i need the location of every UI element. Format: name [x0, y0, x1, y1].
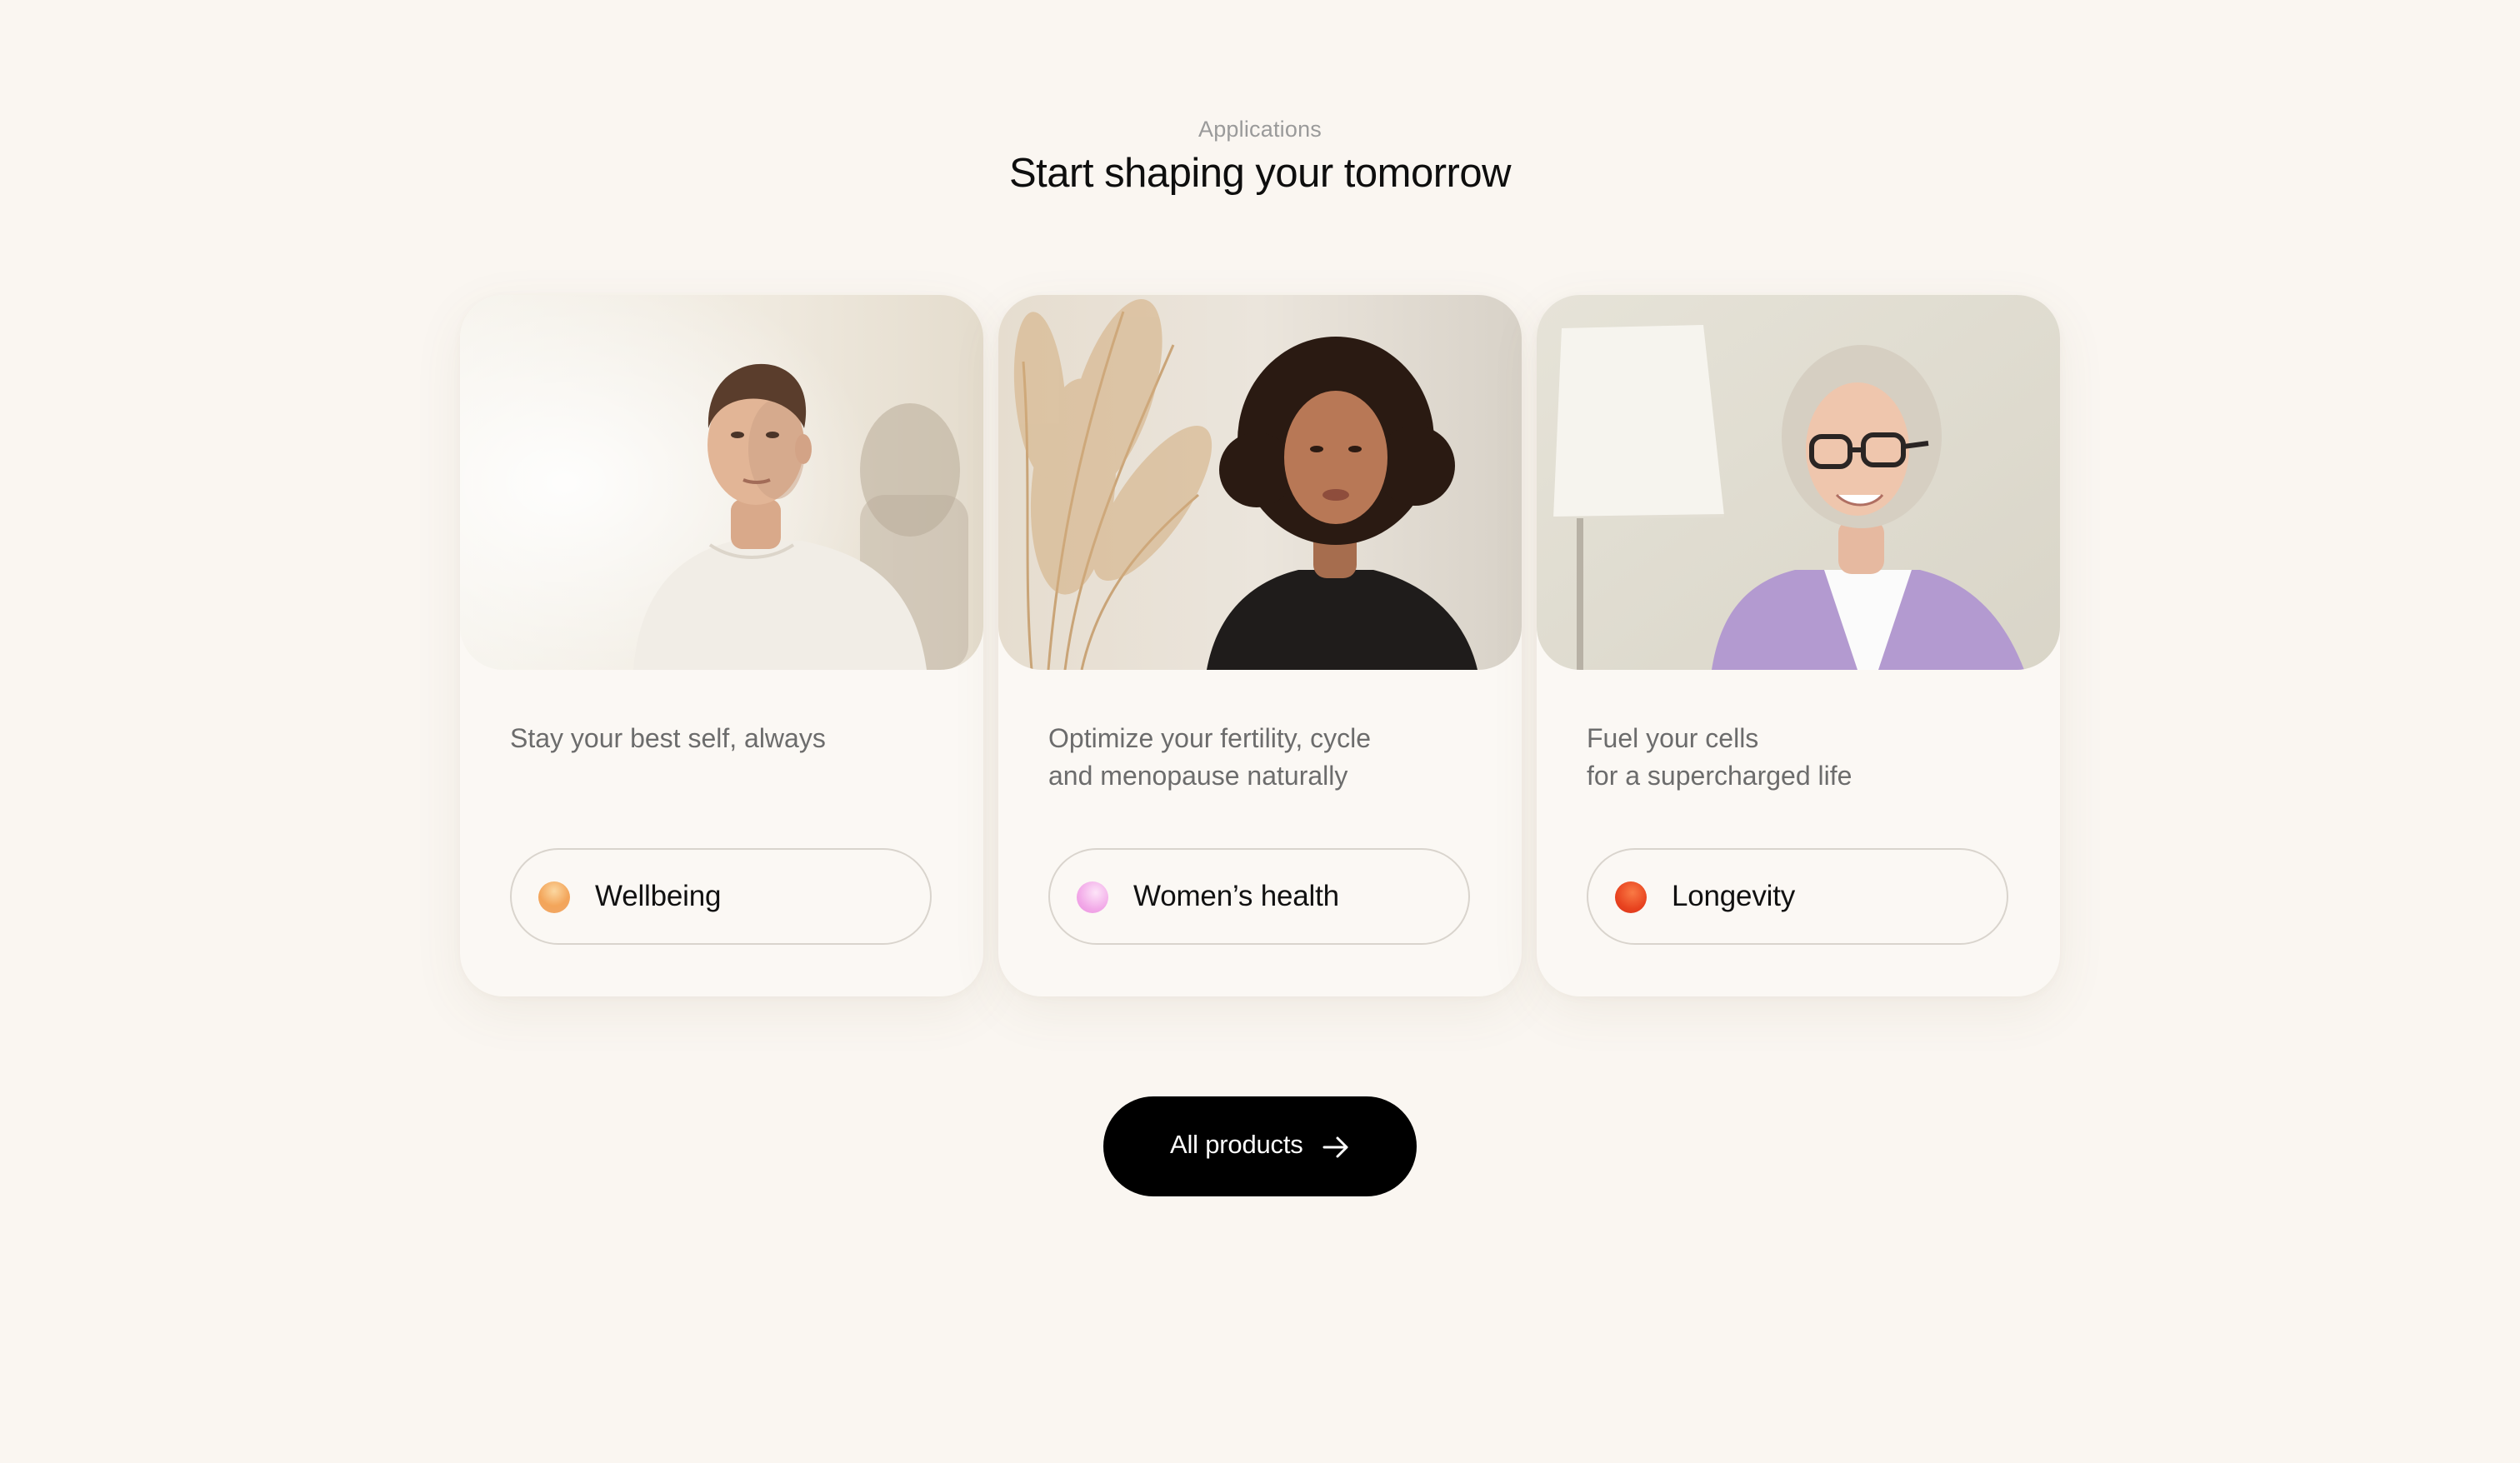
card-description: Stay your best self, always: [510, 720, 943, 757]
all-products-button[interactable]: All products: [1103, 1096, 1417, 1196]
section-title: Start shaping your tomorrow: [1009, 151, 1512, 196]
older-woman-portrait-image: [1537, 295, 2060, 670]
tag-label: Women’s health: [1133, 880, 1339, 912]
card-photo-longevity: [1537, 295, 2060, 670]
tag-wellbeing[interactable]: Wellbeing: [510, 848, 932, 945]
application-cards: Stay your best self, always Wellbeing Op…: [460, 295, 2060, 996]
description-line: Fuel your cells: [1587, 723, 1759, 753]
description-line: for a supercharged life: [1587, 761, 1852, 791]
wellbeing-dot-icon: [538, 881, 570, 913]
applications-section: Applications Start shaping your tomorrow: [0, 0, 2520, 1463]
card-photo-wellbeing: [460, 295, 983, 670]
arrow-right-icon: [1322, 1136, 1348, 1158]
card-photo-womens-health: [998, 295, 1522, 670]
card-description: Optimize your fertility, cycle and menop…: [1048, 720, 1482, 795]
description-line: Stay your best self, always: [510, 723, 826, 753]
description-line: Optimize your fertility, cycle: [1048, 723, 1372, 753]
tag-label: Wellbeing: [595, 880, 722, 912]
man-portrait-image: [460, 295, 983, 670]
womens-health-dot-icon: [1077, 881, 1108, 913]
description-line: and menopause naturally: [1048, 761, 1348, 791]
all-products-label: All products: [1170, 1130, 1303, 1159]
longevity-dot-icon: [1615, 881, 1647, 913]
tag-womens-health[interactable]: Women’s health: [1048, 848, 1470, 945]
tag-longevity[interactable]: Longevity: [1587, 848, 2008, 945]
woman-portrait-image: [998, 295, 1522, 670]
card-womens-health[interactable]: Optimize your fertility, cycle and menop…: [998, 295, 1522, 996]
card-longevity[interactable]: Fuel your cells for a supercharged life …: [1537, 295, 2060, 996]
card-wellbeing[interactable]: Stay your best self, always Wellbeing: [460, 295, 983, 996]
card-description: Fuel your cells for a supercharged life: [1587, 720, 2020, 795]
section-eyebrow: Applications: [1198, 117, 1322, 142]
tag-label: Longevity: [1672, 880, 1796, 912]
